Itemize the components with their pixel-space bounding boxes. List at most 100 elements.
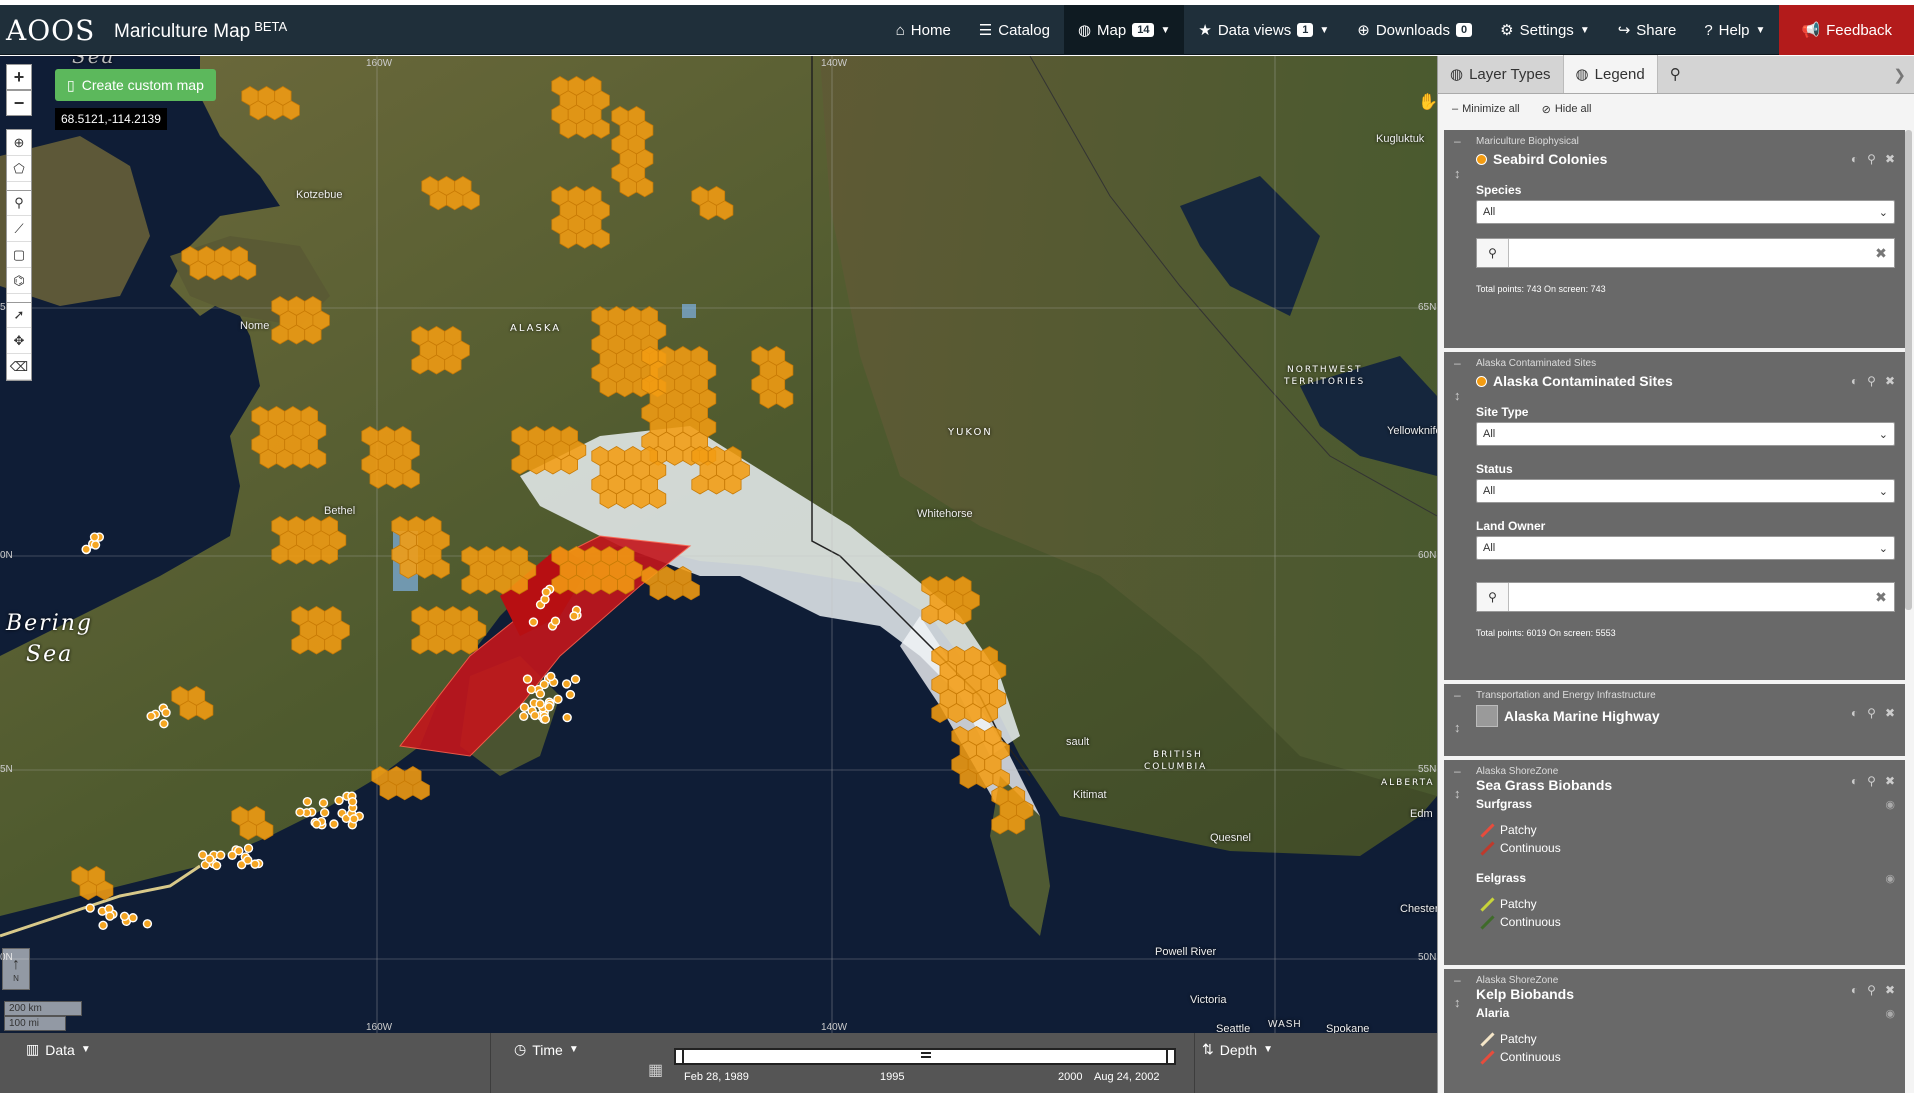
collapse-panel-button[interactable]: ❯ — [1893, 66, 1906, 84]
contaminated-site-dot[interactable] — [211, 860, 222, 871]
close-icon[interactable]: ✖ — [1885, 706, 1895, 720]
minimize-icon[interactable]: – — [1454, 134, 1461, 148]
zoom-in-button[interactable]: + — [6, 64, 32, 90]
contaminated-site-dot[interactable] — [535, 689, 546, 699]
polygon-select-tool[interactable]: ⬠ — [7, 156, 31, 182]
draw-rectangle-tool[interactable]: ▢ — [7, 242, 31, 268]
clear-icon[interactable]: ✖ — [1868, 245, 1894, 262]
clear-icon[interactable]: ✖ — [1868, 589, 1894, 606]
contaminated-site-dot[interactable] — [302, 796, 313, 807]
contaminated-site-dot[interactable] — [234, 846, 244, 856]
time-slider-start-handle[interactable] — [674, 1048, 684, 1065]
nav-downloads[interactable]: ⊕ Downloads 0 — [1343, 5, 1486, 55]
contaminated-site-dot[interactable] — [569, 611, 579, 621]
contaminated-site-dot[interactable] — [318, 798, 329, 808]
zoom-to-icon[interactable]: ⚲ — [1867, 152, 1876, 166]
contaminated-site-dot[interactable] — [146, 711, 156, 721]
calendar-icon[interactable]: ▦ — [648, 1060, 663, 1080]
site-type-select[interactable]: All ⌄ — [1476, 422, 1895, 446]
contaminated-site-dot[interactable] — [565, 689, 576, 700]
contaminated-site-dot[interactable] — [544, 702, 554, 712]
contaminated-site-dot[interactable] — [329, 819, 339, 829]
nav-map[interactable]: ◍ Map 14 ▼ — [1063, 5, 1185, 55]
contaminated-site-dot[interactable] — [128, 913, 138, 923]
contaminated-site-dot[interactable] — [550, 616, 561, 626]
nav-home[interactable]: ⌂ Home — [882, 5, 965, 55]
zoom-out-button[interactable]: − — [6, 90, 32, 116]
eye-icon[interactable]: ◉ — [1885, 798, 1895, 811]
contaminated-site-dot[interactable] — [562, 712, 572, 723]
contaminated-site-dot[interactable] — [519, 711, 529, 722]
contaminated-site-dot[interactable] — [553, 694, 563, 704]
north-arrow[interactable]: ↑ N — [2, 948, 30, 990]
contaminated-site-dot[interactable] — [528, 617, 539, 627]
status-select[interactable]: All ⌄ — [1476, 479, 1895, 503]
contaminated-site-dot[interactable] — [519, 702, 530, 713]
zoom-to-icon[interactable]: ⚲ — [1867, 983, 1876, 997]
time-dropdown[interactable]: ◷ Time ▼ — [514, 1041, 579, 1058]
contaminated-site-dot[interactable] — [142, 919, 153, 929]
contaminated-site-dot[interactable] — [530, 710, 540, 721]
search-button[interactable]: ⚲ — [1477, 239, 1509, 267]
search-button[interactable]: ⚲ — [1477, 583, 1509, 611]
contaminated-site-dot[interactable] — [522, 674, 533, 684]
close-icon[interactable]: ✖ — [1885, 774, 1895, 788]
minimize-icon[interactable]: – — [1454, 688, 1461, 702]
minimize-icon[interactable]: – — [1454, 356, 1461, 370]
species-select[interactable]: All ⌄ — [1476, 200, 1895, 224]
draw-marker-tool[interactable]: ⚲ — [7, 190, 31, 216]
minimize-icon[interactable]: – — [1454, 973, 1461, 987]
contaminated-site-dot[interactable] — [85, 903, 95, 913]
zoom-to-icon[interactable]: ⚲ — [1867, 706, 1876, 720]
contaminated-site-dot[interactable] — [159, 719, 169, 729]
eye-slash-icon[interactable]: ◐ — [1851, 152, 1858, 166]
select-tool[interactable]: ➚ — [7, 302, 31, 328]
search-input[interactable] — [1509, 583, 1868, 611]
erase-tool[interactable]: ⌫ — [7, 354, 31, 380]
time-slider[interactable] — [674, 1048, 1176, 1065]
drag-handle-icon[interactable]: ↕ — [1454, 720, 1461, 735]
create-custom-map-button[interactable]: ▯ Create custom map — [55, 69, 216, 101]
time-slider-end-handle[interactable] — [1166, 1048, 1176, 1065]
contaminated-site-dot[interactable] — [526, 684, 537, 695]
move-tool[interactable]: ✥ — [7, 328, 31, 354]
zoom-to-icon[interactable]: ⚲ — [1867, 774, 1876, 788]
contaminated-site-dot[interactable] — [98, 920, 108, 931]
zoom-box-tool[interactable]: ⊕ — [7, 130, 31, 156]
contaminated-site-dot[interactable] — [243, 843, 254, 853]
contaminated-site-dot[interactable] — [535, 699, 545, 709]
contaminated-site-dot[interactable] — [319, 808, 330, 818]
minimize-icon[interactable]: – — [1454, 764, 1461, 778]
drag-handle-icon[interactable]: ↕ — [1454, 786, 1461, 801]
map-canvas[interactable]: Bering Sea Sea ALASKA YUKON NORTHWEST TE… — [0, 56, 1437, 1033]
eye-slash-icon[interactable]: ◐ — [1851, 774, 1858, 788]
depth-dropdown[interactable]: ⇅ Depth ▼ — [1202, 1041, 1273, 1058]
eye-slash-icon[interactable]: ◐ — [1851, 983, 1858, 997]
nav-data-views[interactable]: ★ Data views 1 ▼ — [1184, 5, 1343, 55]
land-owner-select[interactable]: All ⌄ — [1476, 536, 1895, 560]
nav-catalog[interactable]: ☰ Catalog — [965, 5, 1064, 55]
tab-search[interactable]: ⚲ — [1658, 55, 1693, 93]
zoom-to-icon[interactable]: ⚲ — [1867, 374, 1876, 388]
draw-polygon-tool[interactable]: ⌬ — [7, 268, 31, 294]
hide-all-button[interactable]: ⊘ Hide all — [1542, 103, 1592, 116]
eye-icon[interactable]: ◉ — [1885, 872, 1895, 885]
contaminated-site-dot[interactable] — [347, 797, 358, 807]
drag-handle-icon[interactable]: ↕ — [1454, 388, 1461, 403]
close-icon[interactable]: ✖ — [1885, 152, 1895, 166]
contaminated-site-dot[interactable] — [295, 807, 305, 817]
nav-share[interactable]: ↪ Share — [1604, 5, 1691, 55]
nav-feedback[interactable]: 📢 Feedback — [1779, 5, 1914, 55]
tab-legend[interactable]: ◍ Legend — [1563, 55, 1658, 93]
search-input[interactable] — [1509, 239, 1868, 267]
panel-scrollbar[interactable] — [1905, 130, 1912, 610]
contaminated-site-dot[interactable] — [540, 714, 551, 724]
contaminated-site-dot[interactable] — [311, 819, 322, 829]
close-icon[interactable]: ✖ — [1885, 374, 1895, 388]
contaminated-site-dot[interactable] — [334, 795, 344, 806]
contaminated-site-dot[interactable] — [546, 671, 556, 682]
aoos-logo[interactable]: AOOS — [6, 12, 95, 48]
eye-slash-icon[interactable]: ◐ — [1851, 706, 1858, 720]
eye-icon[interactable]: ◉ — [1885, 1007, 1895, 1020]
contaminated-site-dot[interactable] — [349, 814, 359, 824]
